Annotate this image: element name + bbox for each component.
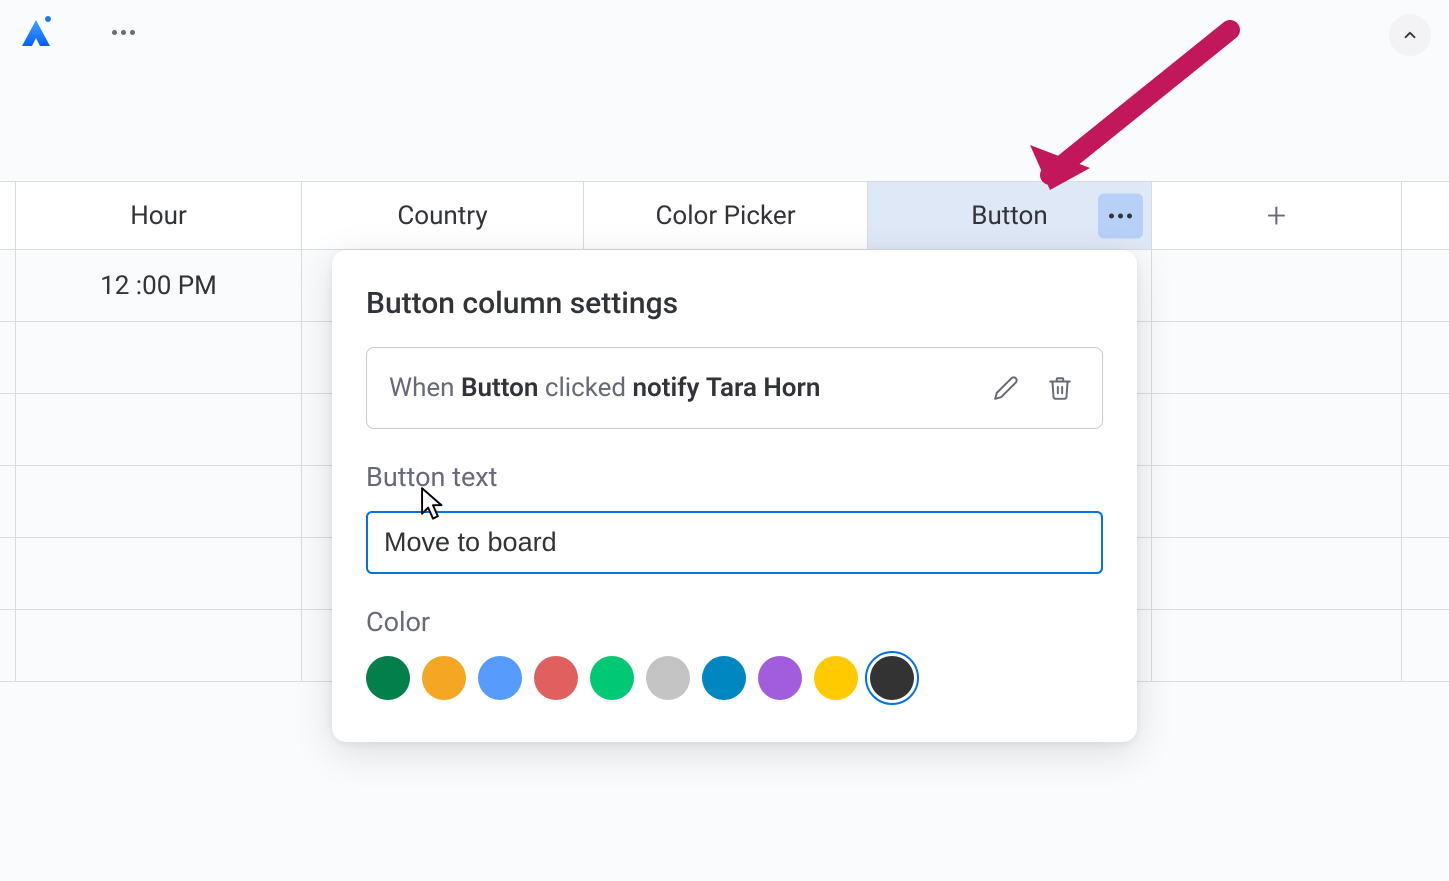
color-swatch-0[interactable] [366, 656, 410, 700]
automation-text-target: Tara Horn [706, 373, 821, 403]
cell-hour[interactable] [16, 322, 302, 393]
column-header-hour[interactable]: Hour [16, 182, 302, 249]
cell-lead[interactable] [0, 538, 16, 609]
color-swatch-8[interactable] [814, 656, 858, 700]
color-swatch-5[interactable] [646, 656, 690, 700]
color-swatch-3[interactable] [534, 656, 578, 700]
cell-trailing [1152, 466, 1402, 537]
automation-rule-text: When Button clicked notify Tara Horn [389, 373, 972, 403]
cell-hour[interactable] [16, 466, 302, 537]
color-swatch-4[interactable] [590, 656, 634, 700]
column-header-country[interactable]: Country [302, 182, 584, 249]
column-header-color-picker[interactable]: Color Picker [584, 182, 868, 249]
color-swatch-6[interactable] [702, 656, 746, 700]
edit-automation-button[interactable] [986, 368, 1026, 408]
button-text-label: Button text [366, 461, 1103, 493]
cell-hour[interactable]: 12 :00 PM [16, 250, 302, 321]
cell-trailing [1152, 250, 1402, 321]
popover-title: Button column settings [366, 286, 1103, 321]
automation-text-button: Button [461, 373, 538, 403]
add-column-button[interactable]: + [1152, 182, 1402, 249]
color-swatch-row [366, 656, 1103, 700]
cell-lead[interactable] [0, 394, 16, 465]
cell-trailing [1152, 394, 1402, 465]
cell-trailing [1152, 322, 1402, 393]
trash-icon [1047, 375, 1073, 401]
automation-text-action: notify [633, 373, 700, 403]
cell-hour[interactable] [16, 610, 302, 681]
column-header-lead[interactable] [0, 182, 16, 249]
column-settings-popover: Button column settings When Button click… [332, 250, 1137, 742]
top-bar [0, 0, 1449, 64]
column-menu-button[interactable] [1098, 193, 1143, 238]
pencil-icon [993, 375, 1019, 401]
cell-lead[interactable] [0, 250, 16, 321]
color-swatch-2[interactable] [478, 656, 522, 700]
cell-hour[interactable] [16, 538, 302, 609]
cell-trailing [1152, 538, 1402, 609]
color-swatch-1[interactable] [422, 656, 466, 700]
table-header-row: Hour Country Color Picker Button + [0, 182, 1449, 250]
column-header-button-label: Button [971, 201, 1047, 231]
automation-text-mid1: clicked [538, 373, 632, 403]
cell-lead[interactable] [0, 610, 16, 681]
column-header-button[interactable]: Button [868, 182, 1152, 249]
color-label: Color [366, 606, 1103, 638]
automation-rule-box[interactable]: When Button clicked notify Tara Horn [366, 347, 1103, 429]
cell-hour[interactable] [16, 394, 302, 465]
collapse-button[interactable] [1389, 14, 1431, 56]
color-swatch-9[interactable] [870, 656, 914, 700]
cell-lead[interactable] [0, 322, 16, 393]
button-text-input[interactable] [366, 511, 1103, 574]
color-swatch-7[interactable] [758, 656, 802, 700]
delete-automation-button[interactable] [1040, 368, 1080, 408]
app-logo[interactable] [18, 14, 54, 50]
more-menu-button[interactable] [104, 22, 143, 43]
cell-trailing [1152, 610, 1402, 681]
cell-lead[interactable] [0, 466, 16, 537]
automation-text-prefix: When [389, 373, 461, 403]
